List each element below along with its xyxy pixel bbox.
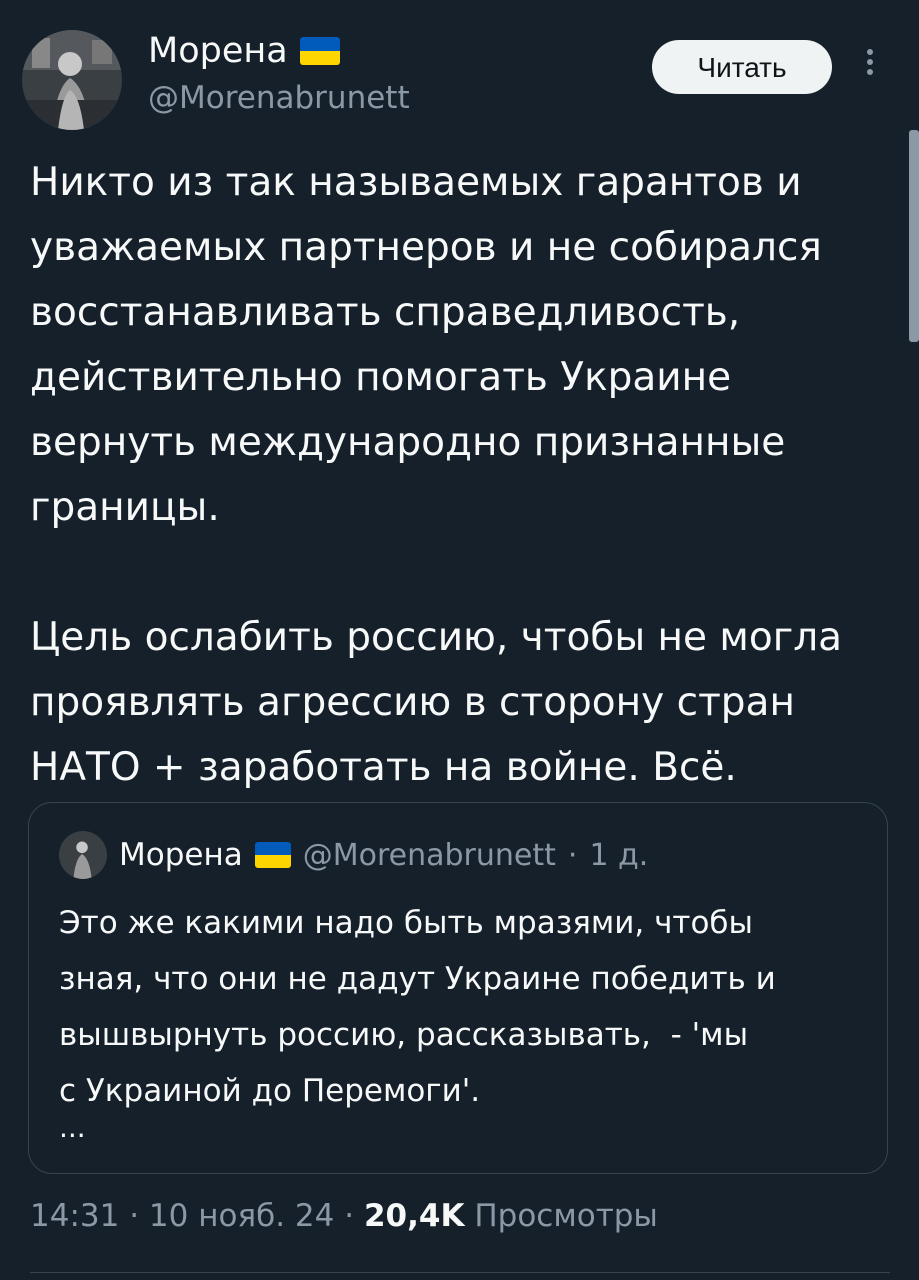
meta-separator: · <box>344 1198 355 1234</box>
tweet-time[interactable]: 14:31 <box>30 1198 119 1234</box>
meta-separator: · <box>129 1198 140 1234</box>
tweet-text: Никто из так называемых гарантов и уважа… <box>30 160 843 790</box>
quoted-tweet-header: Морена @Morenabrunett · 1 д. <box>59 831 648 879</box>
follow-button[interactable]: Читать <box>652 40 832 94</box>
avatar[interactable] <box>22 30 122 130</box>
quoted-ellipsis: ... <box>59 1111 86 1144</box>
tweet-date[interactable]: 10 нояб. 24 <box>149 1198 334 1234</box>
author-name-row[interactable]: Морена <box>148 30 340 72</box>
scrollbar[interactable] <box>909 130 919 342</box>
quoted-author-name: Морена <box>119 837 243 873</box>
author-name[interactable]: Морена <box>148 30 288 72</box>
tweet-header: Морена @Morenabrunett Читать <box>0 0 919 130</box>
ukraine-flag-icon <box>299 37 340 65</box>
more-vertical-icon[interactable] <box>858 45 882 87</box>
quoted-tweet[interactable]: Морена @Morenabrunett · 1 д. Это же каки… <box>28 802 888 1174</box>
ukraine-flag-icon <box>254 842 291 868</box>
quoted-timestamp: 1 д. <box>589 837 649 873</box>
divider <box>30 1272 890 1273</box>
tweet-meta: 14:31 · 10 нояб. 24 · 20,4K Просмотры <box>30 1198 658 1234</box>
quoted-avatar <box>59 831 107 879</box>
meta-separator: · <box>567 837 578 873</box>
views-label: Просмотры <box>474 1198 658 1234</box>
views-count: 20,4K <box>363 1198 465 1234</box>
author-handle[interactable]: @Morenabrunett <box>148 78 410 118</box>
quoted-author-handle: @Morenabrunett <box>302 837 556 873</box>
quoted-tweet-text: Это же какими надо быть мразями, чтобы з… <box>59 905 776 1109</box>
